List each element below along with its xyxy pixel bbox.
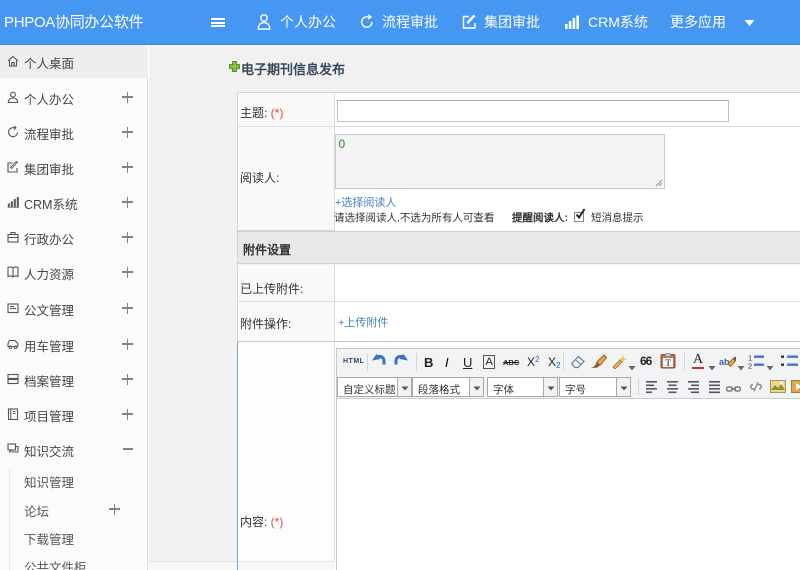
svg-text:ab: ab (719, 357, 730, 367)
svg-text:T: T (665, 359, 671, 369)
svg-text:2: 2 (748, 362, 752, 371)
